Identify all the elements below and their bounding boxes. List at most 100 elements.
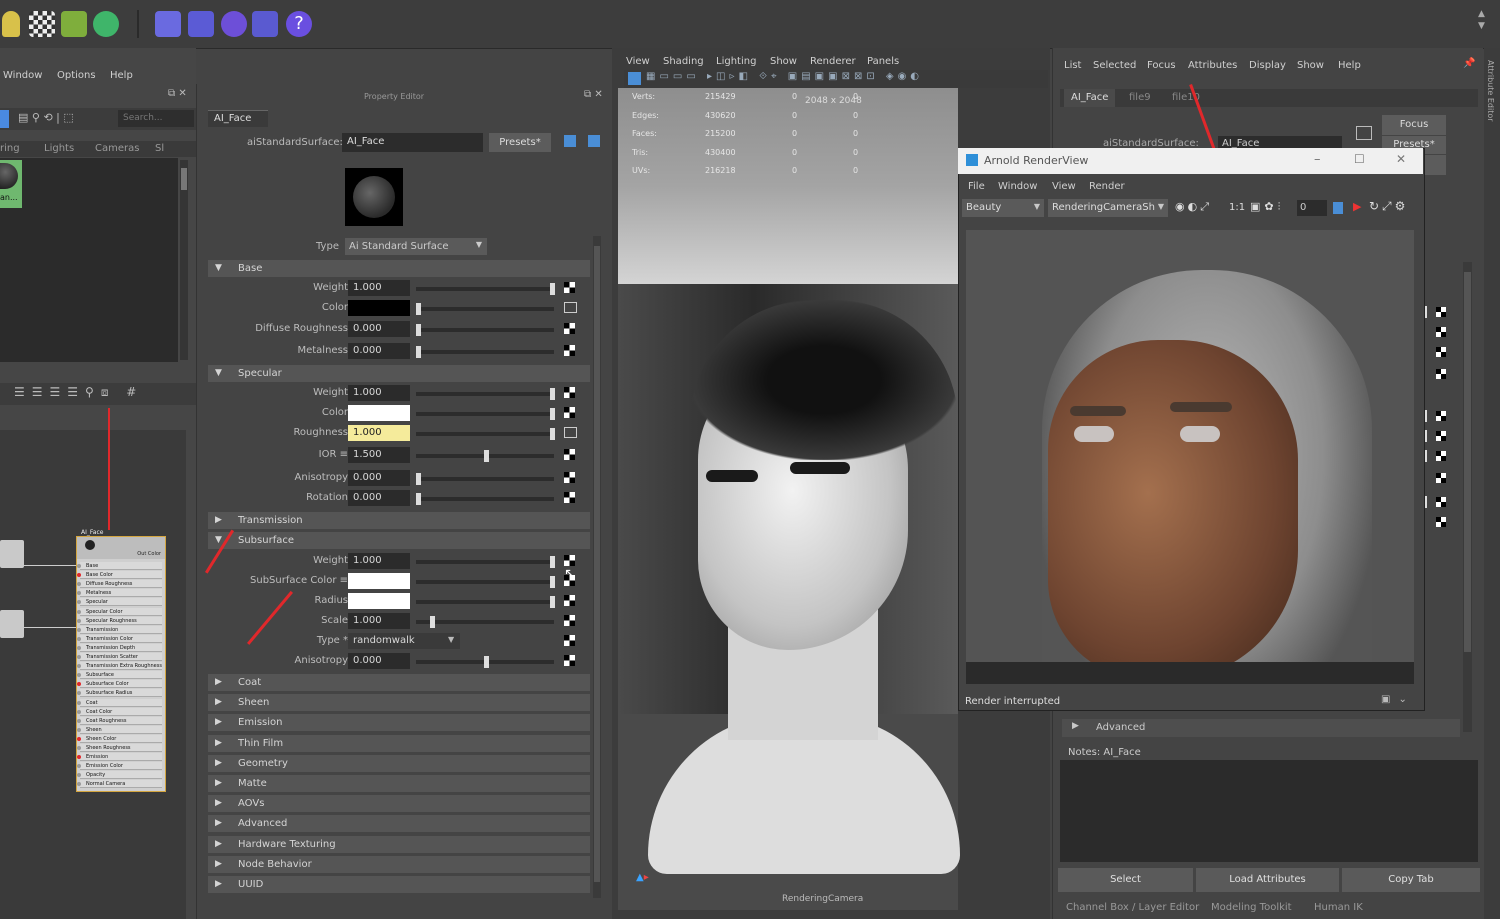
viewport-menu-lighting[interactable]: Lighting — [716, 56, 756, 67]
slider-knob[interactable] — [416, 346, 421, 358]
base-slider[interactable] — [416, 303, 554, 315]
specular-slider[interactable] — [416, 388, 555, 400]
map-checker-icon[interactable] — [1436, 473, 1446, 483]
left-menu-window[interactable]: Window — [3, 70, 42, 81]
port-dot[interactable] — [77, 727, 81, 732]
map-checker-icon[interactable] — [564, 407, 575, 418]
specular-value-field[interactable]: 0.000 — [348, 470, 410, 486]
node-port[interactable]: Transmission Depth — [80, 643, 162, 652]
rv-crop-icons[interactable]: ▣✿⫶ — [1250, 200, 1284, 214]
rv-zoom[interactable]: 1:1 — [1229, 202, 1245, 213]
float-icon[interactable]: ⧉ ✕ — [168, 88, 187, 99]
select-icon[interactable] — [0, 110, 9, 128]
subsurface-value-field[interactable] — [348, 573, 410, 589]
light-bulb-icon[interactable] — [2, 11, 20, 37]
section-coat[interactable]: ▶ Coat — [208, 674, 590, 691]
map-checker-icon[interactable] — [564, 449, 575, 460]
rv-camera-dropdown[interactable]: RenderingCameraSh ▼ — [1048, 199, 1168, 217]
port-dot[interactable] — [77, 609, 81, 614]
map-checker-icon[interactable] — [564, 472, 575, 483]
ae-load-attributes-button[interactable]: Load Attributes — [1196, 868, 1339, 892]
port-dot[interactable] — [77, 746, 81, 750]
node-out-port[interactable]: Out Color — [137, 551, 161, 557]
port-dot[interactable] — [77, 700, 81, 705]
section-node-behavior[interactable]: ▶ Node Behavior — [208, 855, 590, 873]
ae-copy-tab-button[interactable]: Copy Tab — [1342, 868, 1480, 892]
viewport-menu-shading[interactable]: Shading — [663, 56, 704, 67]
scroll-thumb[interactable] — [181, 168, 187, 190]
node-port[interactable]: Transmission Scatter — [80, 653, 162, 661]
ae-tab-file9[interactable]: file9 — [1122, 89, 1158, 107]
subsurface-slider[interactable] — [416, 576, 555, 588]
port-dot[interactable] — [77, 627, 81, 632]
map-checker-icon[interactable] — [1436, 431, 1446, 441]
node-port[interactable]: Specular Color — [80, 607, 162, 616]
ae-scrollbar[interactable] — [1463, 262, 1472, 732]
subsurface-value-field[interactable]: 0.000 — [348, 653, 410, 669]
base-value-field[interactable]: 1.000 — [348, 280, 410, 296]
viewport-menu-view[interactable]: View — [626, 56, 650, 67]
node-port[interactable]: Coat — [80, 698, 162, 707]
section-aovs[interactable]: ▶ AOVs — [208, 795, 590, 813]
ae-menu-attributes[interactable]: Attributes — [1188, 60, 1237, 71]
subsurface-value-field[interactable]: randomwalk — [348, 633, 460, 649]
rv-refresh-settings-icons[interactable]: ↻⤢⚙ — [1369, 199, 1408, 214]
specular-value-field[interactable] — [348, 405, 410, 421]
slider-knob[interactable] — [483, 656, 489, 668]
port-dot[interactable] — [77, 718, 81, 723]
base-value-field[interactable]: 0.000 — [348, 321, 410, 337]
port-dot[interactable] — [77, 655, 81, 659]
node-port[interactable]: Opacity — [80, 771, 162, 780]
ae-notes-textarea[interactable] — [1060, 760, 1478, 862]
rv-frame-field[interactable]: 0 — [1297, 200, 1327, 216]
pe-type-dropdown[interactable]: Ai Standard Surface ▼ — [345, 238, 487, 255]
tab-human-ik[interactable]: Human IK — [1314, 902, 1363, 913]
base-value-field[interactable]: 0.000 — [348, 343, 410, 359]
left-menu-options[interactable]: Options — [57, 70, 96, 81]
minimize-icon[interactable]: – — [1314, 152, 1321, 167]
subsurface-value-field[interactable]: 1.000 — [348, 553, 410, 569]
map-checker-icon[interactable] — [1436, 411, 1446, 421]
node-port[interactable]: Sheen Roughness — [80, 744, 162, 752]
viewport-menu-renderer[interactable]: Renderer — [810, 56, 856, 67]
specular-value-field[interactable]: 1.500 — [348, 447, 410, 463]
ae-scroll-thumb[interactable] — [1464, 272, 1471, 652]
hypershade-icon[interactable] — [155, 11, 181, 37]
node-port[interactable]: Coat Color — [80, 707, 162, 716]
rv-menu-view[interactable]: View — [1052, 181, 1076, 192]
node-port[interactable]: Specular Roughness — [80, 616, 162, 625]
ae-menu-list[interactable]: List — [1064, 60, 1081, 71]
specular-slider[interactable] — [416, 493, 554, 505]
graph-layout-icon[interactable]: ☰☰☰☰⚲⧈ # — [14, 385, 143, 400]
map-checker-icon[interactable] — [1436, 369, 1446, 379]
left-menu-help[interactable]: Help — [110, 70, 133, 81]
slider-knob[interactable] — [549, 596, 555, 608]
section-hardware-texturing[interactable]: ▶ Hardware Texturing — [208, 835, 590, 853]
node-port[interactable]: Transmission Extra Roughness — [80, 662, 162, 671]
map-checker-icon[interactable] — [564, 492, 575, 503]
tab-modeling-toolkit[interactable]: Modeling Toolkit — [1211, 902, 1292, 913]
pin-icon[interactable]: 📌 — [1463, 58, 1475, 69]
port-dot[interactable] — [77, 736, 81, 741]
render-view-icon[interactable] — [188, 11, 214, 37]
rv-aov-dropdown[interactable]: Beauty ▼ — [962, 199, 1044, 217]
node-port[interactable]: Emission Color — [80, 762, 162, 771]
ae-menu-selected[interactable]: Selected — [1093, 60, 1136, 71]
subsurface-slider[interactable] — [416, 596, 555, 608]
map-checker-icon[interactable] — [564, 555, 575, 566]
pe-scroll-thumb[interactable] — [594, 246, 600, 882]
texture-node-1[interactable] — [0, 540, 24, 568]
pe-float-close-icon[interactable]: ⧉ ✕ — [584, 89, 603, 100]
port-dot[interactable] — [77, 618, 81, 623]
render-sphere-icon[interactable] — [93, 11, 119, 37]
slider-knob[interactable] — [549, 408, 555, 420]
pe-paste-icon[interactable] — [588, 135, 600, 147]
rv-toolbar-icons[interactable]: ◉◐⤢ — [1175, 200, 1212, 214]
map-checker-icon[interactable] — [564, 615, 575, 626]
help-icon[interactable]: ? — [286, 11, 312, 37]
node-port[interactable]: Base — [80, 562, 162, 570]
tab-rendering[interactable]: ring — [0, 143, 20, 154]
camera-icon[interactable] — [628, 72, 641, 85]
subsurface-value-field[interactable] — [348, 593, 410, 609]
section-emission[interactable]: ▶ Emission — [208, 714, 590, 732]
